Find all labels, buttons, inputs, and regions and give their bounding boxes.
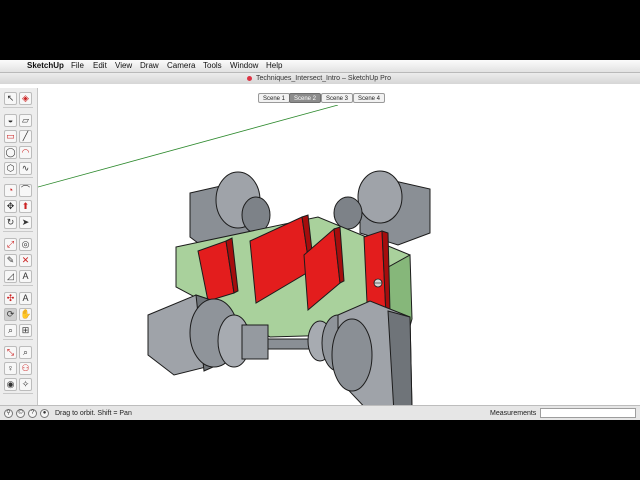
- follow-me-tool[interactable]: ➤: [19, 216, 32, 229]
- 3d-text-tool[interactable]: A: [19, 292, 32, 305]
- help-icon[interactable]: ?: [28, 409, 37, 418]
- menu-file[interactable]: File: [71, 60, 84, 72]
- toolbar-separator: [3, 339, 33, 340]
- menu-bar: SketchUp File Edit View Draw Camera Tool…: [0, 60, 640, 73]
- menu-camera[interactable]: Camera: [167, 60, 195, 72]
- offset-tool[interactable]: ◎: [19, 238, 32, 251]
- menu-window[interactable]: Window: [230, 60, 258, 72]
- orbit-cursor-icon: [373, 278, 383, 288]
- measurements-label: Measurements: [490, 410, 537, 417]
- tab-scene-4[interactable]: Scene 4: [353, 93, 386, 103]
- rectangle-tool[interactable]: ▭: [4, 130, 17, 143]
- status-message: Drag to orbit. Shift = Pan: [55, 410, 132, 417]
- app-name-menu[interactable]: SketchUp: [27, 60, 64, 72]
- scale-tool[interactable]: ⤢: [4, 238, 17, 251]
- tab-scene-3[interactable]: Scene 3: [321, 93, 354, 103]
- credits-icon[interactable]: ©: [16, 409, 25, 418]
- position-camera-tool[interactable]: ♀: [4, 362, 17, 375]
- line-tool[interactable]: ╱: [19, 130, 32, 143]
- rotate-tool[interactable]: ↻: [4, 216, 17, 229]
- menu-tools[interactable]: Tools: [203, 60, 222, 72]
- eraser-tool[interactable]: ▱: [19, 114, 32, 127]
- zoom-extents-tool[interactable]: ⤡: [4, 346, 17, 359]
- orbit-tool[interactable]: ⟳: [4, 308, 17, 321]
- text-tool[interactable]: A: [19, 270, 32, 283]
- arc2-tool[interactable]: ⌒: [19, 184, 32, 197]
- toolbar-separator: [3, 177, 33, 178]
- axes-tool[interactable]: ✣: [4, 292, 17, 305]
- toolbar-separator: [3, 285, 33, 286]
- document-icon: [247, 76, 252, 81]
- window-title: Techniques_Intersect_Intro – SketchUp Pr…: [256, 75, 392, 82]
- menu-draw[interactable]: Draw: [140, 60, 159, 72]
- scene-tabs: Scene 1 Scene 2 Scene 3 Scene 4: [0, 84, 640, 105]
- pie-tool[interactable]: ◔: [4, 184, 17, 197]
- protractor-tool[interactable]: ◿: [4, 270, 17, 283]
- sketchup-app: SketchUp File Edit View Draw Camera Tool…: [0, 60, 640, 420]
- freehand-tool[interactable]: ∿: [19, 162, 32, 175]
- circle-tool[interactable]: ◯: [4, 146, 17, 159]
- dimension-tool[interactable]: ✕: [19, 254, 32, 267]
- tape-measure-tool[interactable]: ✎: [4, 254, 17, 267]
- menu-view[interactable]: View: [115, 60, 132, 72]
- push-pull-tool[interactable]: ⬆: [19, 200, 32, 213]
- walk-tool[interactable]: ⚇: [19, 362, 32, 375]
- toolbar-separator: [3, 107, 33, 108]
- zoom-window-tool[interactable]: ⊞: [19, 324, 32, 337]
- large-tool-set: ↖ ◈ ◒ ▱ ▭ ╱ ◯ ◠ ⬡ ∿ ◔ ⌒ ✥ ⬆ ↻ ➤ ⤢ ◎ ✎ ✕ ◿ A ✣ A ⟳ ✋ ⌕ ⊞ ⤡ ⌕ ♀ ⚇ ◉ ✧: [0, 88, 38, 405]
- pan-tool[interactable]: ✋: [19, 308, 32, 321]
- 3d-viewport[interactable]: [38, 105, 640, 405]
- menu-edit[interactable]: Edit: [93, 60, 107, 72]
- section-plane-tool[interactable]: ✧: [19, 378, 32, 391]
- arc-tool[interactable]: ◠: [19, 146, 32, 159]
- previous-view-tool[interactable]: ⌕: [19, 346, 32, 359]
- instructor-icon[interactable]: ●: [40, 409, 49, 418]
- look-around-tool[interactable]: ◉: [4, 378, 17, 391]
- toolbar-separator: [3, 393, 33, 394]
- status-bar: ⚲ © ? ● Drag to orbit. Shift = Pan Measu…: [0, 405, 640, 420]
- zoom-tool[interactable]: ⌕: [4, 324, 17, 337]
- measurements-input[interactable]: [540, 408, 636, 418]
- green-axis-line: [38, 105, 339, 188]
- menu-help[interactable]: Help: [266, 60, 282, 72]
- select-tool[interactable]: ↖: [4, 92, 17, 105]
- tab-scene-1[interactable]: Scene 1: [258, 93, 291, 103]
- polygon-tool[interactable]: ⬡: [4, 162, 17, 175]
- window-title-bar: Techniques_Intersect_Intro – SketchUp Pr…: [0, 73, 640, 84]
- make-component-tool[interactable]: ◈: [19, 92, 32, 105]
- move-tool[interactable]: ✥: [4, 200, 17, 213]
- model-drawing[interactable]: [38, 105, 640, 405]
- geo-location-icon[interactable]: ⚲: [4, 409, 13, 418]
- tab-scene-2[interactable]: Scene 2: [289, 93, 322, 103]
- paint-bucket-tool[interactable]: ◒: [4, 114, 17, 127]
- toolbar-separator: [3, 231, 33, 232]
